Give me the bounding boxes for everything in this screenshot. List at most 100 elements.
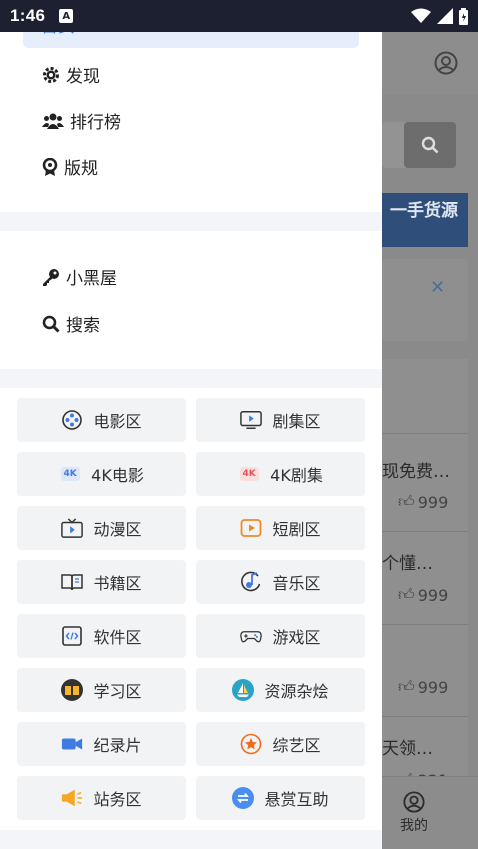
category-label: 综艺区 <box>272 736 321 755</box>
drawer-item-ranking[interactable]: 排行榜 <box>42 108 121 133</box>
category-label: 软件区 <box>93 628 142 647</box>
user-circle-icon <box>403 791 425 813</box>
bg-post-list: 现免费… 👍︎999 个懂… 👍︎999 👍︎999 天领… 👍︎221 <box>382 359 468 809</box>
divider <box>382 433 468 434</box>
thumbs-up-icon: 👍︎ <box>398 585 415 604</box>
tv-anime-icon <box>61 517 84 539</box>
category-label: 4K剧集 <box>270 466 323 485</box>
bg-post-likes: 👍︎ 999 <box>398 677 449 697</box>
category-games[interactable]: 游戏区 <box>196 614 365 658</box>
category-4k-movies[interactable]: 4K 4K电影 <box>17 452 186 496</box>
drawer-item-label: 小黑屋 <box>66 269 117 289</box>
drawer-primary-menu: 首页 发现 排行榜 版规 <box>0 32 382 212</box>
star-icon <box>240 733 262 755</box>
search-icon <box>42 315 60 333</box>
category-series[interactable]: 剧集区 <box>196 398 365 442</box>
bg-post-title: 个懂… <box>382 554 433 574</box>
code-icon <box>61 625 83 647</box>
drawer-secondary-menu: 小黑屋 搜索 <box>0 231 382 369</box>
category-site-affairs[interactable]: 站务区 <box>17 776 186 820</box>
bg-header <box>382 32 478 95</box>
music-icon <box>240 571 262 593</box>
category-bounty-help[interactable]: 悬赏互助 <box>196 776 365 820</box>
gamepad-icon <box>240 625 263 647</box>
category-label: 电影区 <box>93 412 142 431</box>
category-software[interactable]: 软件区 <box>17 614 186 658</box>
category-music[interactable]: 音乐区 <box>196 560 365 604</box>
category-misc-resources[interactable]: 资源杂烩 <box>196 668 365 712</box>
category-label: 剧集区 <box>272 412 321 431</box>
bg-banner: 一手货源 <box>382 193 468 247</box>
bg-tab-mine: 我的 <box>400 791 428 835</box>
search-icon <box>421 136 439 154</box>
divider <box>382 531 468 532</box>
status-icons <box>411 7 468 25</box>
bg-tab-bar: 我的 <box>382 776 478 849</box>
category-study[interactable]: 学习区 <box>17 668 186 712</box>
category-label: 纪录片 <box>93 736 142 755</box>
category-label: 4K电影 <box>91 466 144 485</box>
bg-notice-card <box>382 259 468 341</box>
bg-banner-text: 一手货源 <box>390 201 458 221</box>
category-label: 动漫区 <box>93 520 142 539</box>
status-bar: 1:46 A <box>0 0 478 32</box>
tv-play-icon <box>240 409 263 431</box>
short-video-icon <box>240 517 262 539</box>
category-variety[interactable]: 综艺区 <box>196 722 365 766</box>
navigation-drawer: 首页 发现 排行榜 版规 小黑屋 搜索 电影区 <box>0 32 382 849</box>
drawer-item-label: 发现 <box>66 67 100 87</box>
drawer-item-label: 版规 <box>64 159 98 179</box>
category-label: 站务区 <box>93 790 142 809</box>
film-reel-icon <box>61 409 83 431</box>
drawer-item-label: 搜索 <box>66 316 100 336</box>
notification-badge-icon: A <box>59 9 74 23</box>
category-label: 学习区 <box>93 682 142 701</box>
bg-post-likes: 👍︎ 999 <box>398 585 449 605</box>
bg-post-title: 天领… <box>382 739 433 759</box>
status-time: 1:46 <box>10 6 46 25</box>
drawer-item-label: 首页 <box>41 32 75 37</box>
category-documentary[interactable]: 纪录片 <box>17 722 186 766</box>
thumbs-up-icon: 👍︎ <box>398 677 415 696</box>
divider <box>382 716 468 717</box>
category-books[interactable]: 书籍区 <box>17 560 186 604</box>
background-app: 一手货源 ✕ 现免费… 👍︎999 个懂… 👍︎999 👍︎999 天领… 👍︎… <box>382 32 478 849</box>
close-icon: ✕ <box>430 277 446 298</box>
user-circle-icon <box>434 51 458 75</box>
4k-badge-icon: 4K <box>238 463 260 485</box>
drawer-item-search[interactable]: 搜索 <box>42 311 100 336</box>
category-label: 资源杂烩 <box>264 682 329 701</box>
4k-badge-icon: 4K <box>59 463 81 485</box>
award-icon <box>42 157 58 176</box>
drawer-item-discover[interactable]: 发现 <box>42 62 100 87</box>
category-label: 游戏区 <box>272 628 321 647</box>
category-anime[interactable]: 动漫区 <box>17 506 186 550</box>
video-camera-icon <box>61 733 83 755</box>
book-icon <box>61 571 84 593</box>
category-label: 书籍区 <box>93 574 142 593</box>
wifi-icon <box>411 8 431 23</box>
bg-post-likes: 👍︎ 999 <box>398 492 449 512</box>
divider <box>382 624 468 625</box>
category-movies[interactable]: 电影区 <box>17 398 186 442</box>
open-book-icon <box>61 679 84 701</box>
category-4k-series[interactable]: 4K 4K剧集 <box>196 452 365 496</box>
drawer-item-home[interactable]: 首页 <box>23 32 359 48</box>
megaphone-icon <box>61 787 83 809</box>
signal-icon <box>437 8 453 24</box>
category-grid: 电影区 剧集区 4K 4K电影 4K 4K剧集 动漫区 短剧区 书籍区 音乐区 … <box>0 388 382 830</box>
drawer-item-label: 排行榜 <box>70 113 121 133</box>
bg-search-button <box>404 122 456 168</box>
bg-post-title: 现免费… <box>382 462 450 482</box>
category-short-drama[interactable]: 短剧区 <box>196 506 365 550</box>
gear-icon <box>43 66 59 83</box>
bg-tab-label: 我的 <box>400 818 428 834</box>
users-icon <box>42 113 64 129</box>
battery-icon <box>459 7 468 25</box>
drawer-item-rules[interactable]: 版规 <box>42 154 98 179</box>
category-label: 短剧区 <box>272 520 321 539</box>
key-icon <box>43 268 59 286</box>
category-label: 悬赏互助 <box>264 790 329 809</box>
drawer-item-blacklist[interactable]: 小黑屋 <box>42 264 117 289</box>
thumbs-up-icon: 👍︎ <box>398 492 415 511</box>
